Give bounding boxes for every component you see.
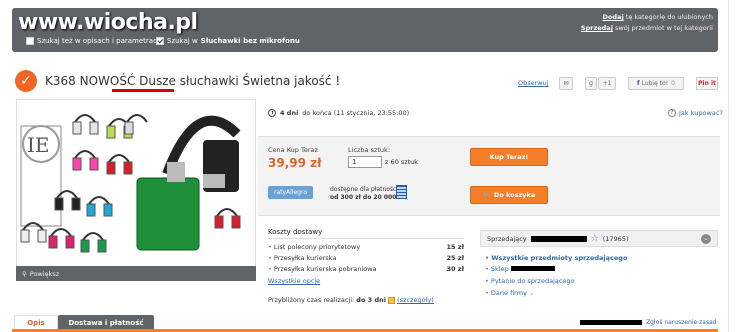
- gplus-icon[interactable]: g: [585, 77, 597, 90]
- installment-line1: dostępne dla płatności: [330, 186, 399, 193]
- how-to-buy-link[interactable]: ? Jak kupować?: [668, 109, 723, 117]
- clock-icon: [268, 109, 276, 117]
- product-image[interactable]: IE: [16, 99, 256, 281]
- report-violation[interactable]: Zgłoś naruszenie zasad: [580, 319, 717, 326]
- shipping-row: Przesyłka kurierska pobraniowa 30 zł: [268, 265, 464, 273]
- observe-link[interactable]: Obserwuj: [518, 79, 549, 87]
- redacted-seller-name: [530, 235, 587, 242]
- search-category-checkbox[interactable]: [156, 37, 164, 45]
- sell-link[interactable]: Sprzedaj: [581, 24, 613, 32]
- chevron-down-icon[interactable]: ⌄: [701, 234, 711, 244]
- search-category-prefix: Szukaj w: [167, 37, 198, 45]
- shipping-title: Koszty dostawy: [268, 228, 323, 236]
- qty-label: Liczba sztuk:: [348, 146, 391, 154]
- seller-all-items-link[interactable]: Wszystkie przedmioty sprzedającego: [485, 254, 627, 262]
- question-icon: ?: [668, 109, 676, 117]
- mail-icon[interactable]: ✉: [559, 77, 573, 90]
- title-suffix: Świetna jakość !: [242, 74, 341, 88]
- auction-end-info: 4 dni do końca (11 stycznia, 23:55:00): [268, 109, 409, 117]
- highlight-underline: [112, 89, 174, 92]
- info-icon: [388, 296, 396, 304]
- cart-icon: 🛒: [482, 191, 491, 199]
- how-to-buy-label: Jak kupować?: [679, 109, 723, 117]
- fav-category-line: Dodaj tę kategorię do ulubionych: [603, 13, 713, 21]
- auction-page: www.wiocha.pl Szukaj też w opisach i par…: [0, 0, 743, 332]
- add-fav-link[interactable]: Dodaj: [603, 13, 624, 21]
- tab-delivery-payment[interactable]: Dostawa i płatność: [58, 315, 154, 330]
- seller-header: Sprzedający ☆ (17965) ⌄: [480, 230, 718, 247]
- search-desc-option[interactable]: Szukaj też w opisach i parametrach: [26, 37, 161, 45]
- shipping-divider: [268, 238, 464, 239]
- title-highlight: Dusze słuchawki: [139, 74, 239, 88]
- shipping-name: Przesyłka kurierska: [268, 254, 337, 262]
- like-label: Lubię to!: [641, 80, 669, 87]
- search-desc-label: Szukaj też w opisach i parametrach: [37, 37, 162, 45]
- seller-question-link[interactable]: Pytanie do sprzedającego: [485, 277, 575, 285]
- ends-date: do końca (11 stycznia, 23:55:00): [302, 109, 410, 117]
- report-label: Zgłoś naruszenie zasad: [646, 319, 717, 326]
- seller-company-link[interactable]: Dane firmy ⌄: [485, 289, 535, 297]
- redacted-text: [580, 320, 642, 325]
- seller-shop-label: Sklep: [490, 265, 509, 273]
- shipping-row: Przesyłka kurierska 25 zł: [268, 254, 464, 262]
- item-title: K368 NOWOŚĆ Dusze słuchawki Świetna jako…: [45, 74, 340, 88]
- title-prefix: K368 NOWOŚĆ: [45, 74, 136, 88]
- delivery-time-value: do 3 dni: [356, 296, 386, 304]
- search-category-option[interactable]: Szukaj w Słuchawki bez mikrofonu: [156, 37, 300, 45]
- zoom-bar[interactable]: ⚲ Powiększ: [16, 266, 256, 281]
- delivery-details-link[interactable]: (szczegóły): [397, 296, 434, 304]
- magnifier-icon: ⚲: [22, 269, 27, 278]
- ends-days: 4 dni: [280, 109, 299, 117]
- pinit-button[interactable]: Pin it: [696, 77, 718, 90]
- shipping-row: List polecony priorytetowy 15 zł: [268, 243, 464, 251]
- svg-text:IE: IE: [27, 133, 50, 157]
- qty-available: z 60 sztuk: [385, 158, 419, 166]
- redacted-shop-name: [510, 266, 555, 271]
- delivery-time-prefix: Przybliżony czas realizacji:: [268, 296, 355, 304]
- gplus-button[interactable]: +1: [598, 77, 616, 90]
- shipping-name: Przesyłka kurierska pobraniowa: [268, 265, 377, 273]
- installment-info: dostępne dla płatności od 300 zł do 20 0…: [330, 186, 404, 202]
- shipping-name: List polecony priorytetowy: [268, 243, 360, 251]
- price-value: 39,99 zł: [268, 156, 322, 170]
- like-button[interactable]: f Lubię to! 0: [628, 77, 684, 90]
- seller-company-label: Dane firmy: [490, 289, 527, 297]
- calculator-icon[interactable]: [396, 185, 407, 199]
- shipping-price: 25 zł: [446, 254, 464, 262]
- raty-badge[interactable]: ratyAllegro: [268, 186, 313, 199]
- price-label: Cena Kup Teraz: [268, 146, 318, 154]
- seller-shop-link[interactable]: Sklep: [485, 265, 555, 273]
- facebook-icon: f: [637, 80, 640, 87]
- buy-now-button[interactable]: Kup Teraz!: [470, 148, 548, 166]
- search-category-name: Słuchawki bez mikrofonu: [200, 37, 300, 45]
- delivery-time: Przybliżony czas realizacji: do 3 dni (s…: [268, 296, 434, 304]
- add-fav-text: tę kategorię do ulubionych: [625, 13, 713, 21]
- installment-line2: od 300 zł do 20 000 zł: [330, 194, 405, 201]
- like-count: 0: [671, 80, 675, 87]
- search-desc-checkbox[interactable]: [26, 37, 34, 45]
- sell-line: Sprzedaj swój przedmiot w tej kategorii: [581, 24, 713, 32]
- all-shipping-options-link[interactable]: Wszystkie opcje: [268, 277, 320, 285]
- add-to-cart-label: Do koszyka: [493, 191, 536, 199]
- qty-input[interactable]: 1: [348, 156, 382, 168]
- check-icon: ✓: [15, 70, 37, 92]
- page-right-edge: [728, 0, 743, 332]
- star-icon: ☆: [590, 233, 599, 244]
- tab-description[interactable]: Opis: [14, 315, 58, 330]
- shipping-price: 15 zł: [446, 243, 464, 251]
- sell-text: swój przedmiot w tej kategorii: [615, 24, 713, 32]
- seller-rating[interactable]: (17965): [603, 235, 629, 243]
- headphones-image: IE: [20, 114, 241, 253]
- add-to-cart-button[interactable]: 🛒 Do koszyka: [470, 186, 548, 204]
- shipping-price: 30 zł: [446, 265, 464, 273]
- watermark: www.wiocha.pl: [18, 10, 198, 35]
- zoom-label: Powiększ: [29, 269, 60, 278]
- chevron-down-icon: ⌄: [529, 289, 535, 297]
- seller-label: Sprzedający: [487, 234, 527, 243]
